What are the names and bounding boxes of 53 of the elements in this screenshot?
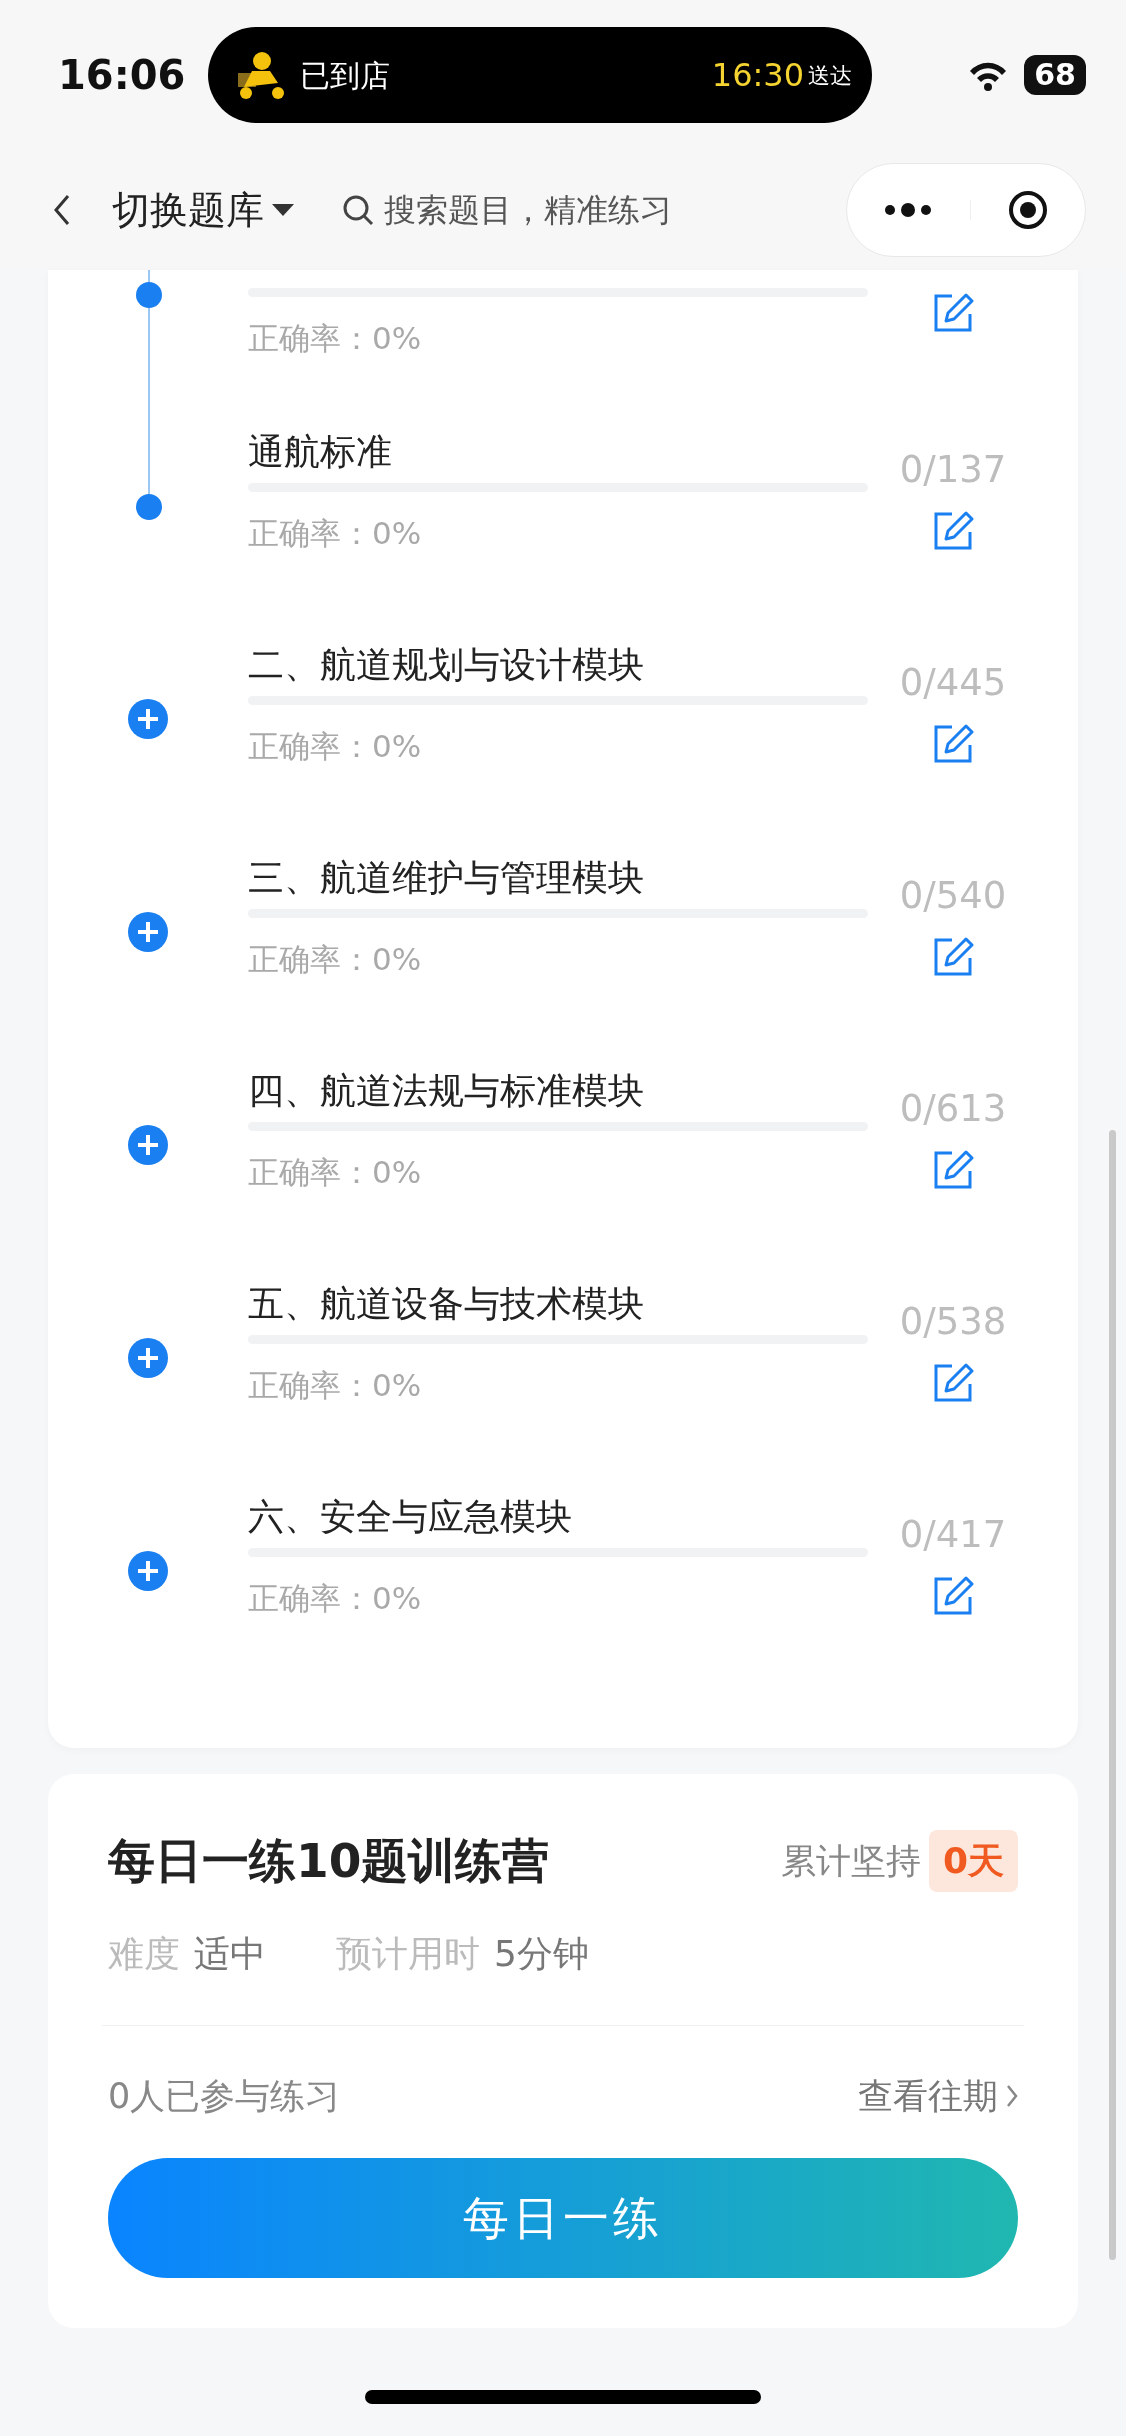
accuracy-text: 正确率：0% <box>248 514 423 553</box>
delivery-status: 已到店 <box>300 56 390 95</box>
accuracy-text: 正确率：0% <box>248 727 423 766</box>
chapter-title[interactable]: 五、航道设备与技术模块 <box>248 1272 868 1335</box>
expand-plus-icon[interactable] <box>128 1338 168 1378</box>
delivery-label: 送达 <box>808 61 852 90</box>
accuracy-text: 正确率：0% <box>248 940 423 979</box>
question-count: 0/613 <box>899 1086 1007 1132</box>
accuracy-text: 正确率：0% <box>248 1579 423 1618</box>
search-field[interactable]: 搜索题目，精准练习 <box>374 186 714 234</box>
participants-text: 0人已参与练习 <box>108 2074 341 2118</box>
expand-plus-icon[interactable] <box>128 1551 168 1591</box>
chevron-right-icon <box>1006 2083 1018 2108</box>
accuracy-text: 正确率：0% <box>248 1366 423 1405</box>
question-count: 0/417 <box>899 1512 1007 1558</box>
time-value: 5分钟 <box>494 1931 589 1976</box>
edit-icon[interactable] <box>932 935 974 978</box>
question-count: 0/137 <box>899 447 1007 493</box>
question-count: 0/540 <box>899 873 1007 919</box>
question-count: 0/445 <box>899 660 1007 706</box>
edit-icon[interactable] <box>932 509 974 552</box>
time-label: 预计用时 <box>336 1931 480 1976</box>
edit-icon[interactable] <box>932 1361 974 1404</box>
chapter-title[interactable]: 六、安全与应急模块 <box>248 1485 868 1548</box>
search-icon <box>342 194 374 226</box>
difficulty-value: 适中 <box>194 1931 266 1976</box>
timeline-dot <box>136 494 162 520</box>
edit-icon[interactable] <box>932 292 974 334</box>
streak-days: 0天 <box>928 1830 1018 1893</box>
caret-icon <box>272 204 294 216</box>
streak-label: 累计坚持 <box>780 1840 921 1883</box>
history-link[interactable]: 查看往期 <box>858 2069 1018 2122</box>
clock-time: 16:06 <box>58 51 187 100</box>
expand-plus-icon[interactable] <box>128 912 168 952</box>
edit-icon[interactable] <box>932 722 974 765</box>
difficulty-label: 难度 <box>108 1931 180 1976</box>
chapter-title[interactable]: 通航标准 <box>248 420 868 483</box>
expand-plus-icon[interactable] <box>128 699 168 739</box>
edit-icon[interactable] <box>932 1148 974 1191</box>
bank-switch-button[interactable]: 切换题库 <box>112 181 294 239</box>
battery-level: 68 <box>1024 55 1086 95</box>
more-icon[interactable] <box>884 200 933 220</box>
chapter-title[interactable]: 三、航道维护与管理模块 <box>248 846 868 909</box>
target-icon[interactable] <box>1007 190 1048 230</box>
edit-icon[interactable] <box>932 1574 974 1617</box>
accuracy-text: 正确率：0% <box>248 319 423 358</box>
expand-plus-icon[interactable] <box>128 1125 168 1165</box>
delivery-time: 16:30 <box>711 55 804 96</box>
chapter-title[interactable]: 四、航道法规与标准模块 <box>248 1059 868 1122</box>
question-count: 0/538 <box>899 1299 1007 1345</box>
card-title: 每日一练10题训练营 <box>108 1832 550 1890</box>
chapter-title[interactable]: 二、航道规划与设计模块 <box>248 633 868 696</box>
accuracy-text: 正确率：0% <box>248 1153 423 1192</box>
